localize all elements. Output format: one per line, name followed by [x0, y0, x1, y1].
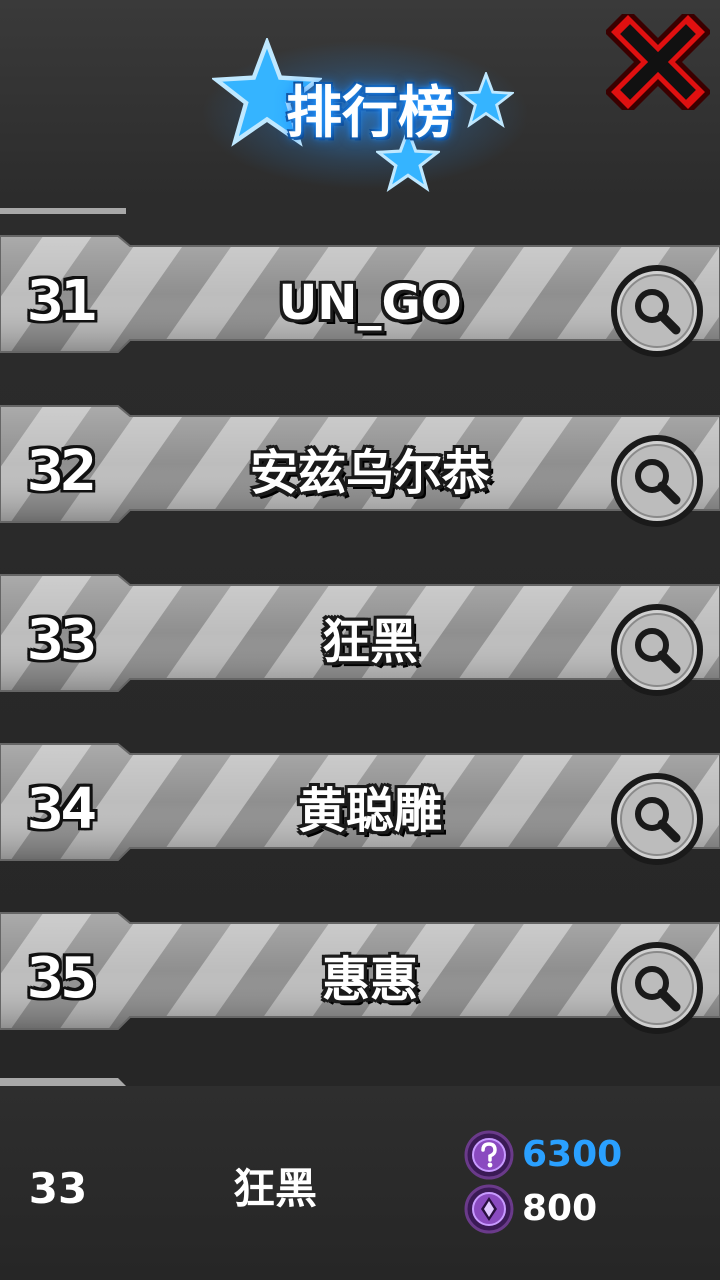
leaderboard-list[interactable]: 31 UN_GO 32 安兹乌尔恭 33 狂黑 34 黄聪雕 35 惠惠 [0, 208, 720, 1088]
list-item[interactable]: 35 惠惠 [0, 885, 720, 1035]
view-player-button[interactable] [610, 264, 704, 358]
player-name: 黄聪雕 [297, 783, 442, 839]
purple-gem-icon [464, 1184, 514, 1234]
magnifier-icon [611, 773, 703, 865]
magnifier-icon [611, 435, 703, 527]
player-name: 安兹乌尔恭 [249, 445, 490, 501]
view-player-button[interactable] [610, 434, 704, 528]
list-item[interactable]: 32 安兹乌尔恭 [0, 378, 720, 528]
close-button[interactable] [603, 7, 713, 117]
purple-medal-icon [464, 1130, 514, 1180]
my-player-name: 狂黑 [232, 1164, 317, 1213]
my-rank-bar: 33 狂黑 6300 800 [0, 1086, 720, 1280]
magnifier-icon [611, 604, 703, 696]
close-x-icon [603, 7, 713, 117]
my-rank-number: 33 [28, 1164, 88, 1213]
score-value: 6300 [522, 1134, 623, 1175]
player-name: 狂黑 [321, 614, 418, 670]
page-title: 排行榜 [286, 81, 454, 146]
magnifier-icon [611, 942, 703, 1034]
list-item[interactable]: 33 狂黑 [0, 547, 720, 697]
rank-number: 31 [26, 267, 98, 334]
list-item[interactable]: 34 黄聪雕 [0, 716, 720, 866]
player-name: 惠惠 [321, 952, 418, 1008]
magnifier-icon [611, 265, 703, 357]
rank-number: 32 [26, 437, 98, 504]
rank-number: 33 [26, 606, 98, 673]
view-player-button[interactable] [610, 603, 704, 697]
list-item[interactable]: 31 UN_GO [0, 208, 720, 358]
score-stat: 6300 [464, 1130, 704, 1180]
leaderboard-screen: 排行榜 31 UN_GO 32 安兹乌尔恭 33 狂黑 34 黄聪雕 35 惠惠… [0, 0, 720, 1280]
secondary-value: 800 [522, 1188, 598, 1229]
view-player-button[interactable] [610, 941, 704, 1035]
rank-number: 34 [26, 775, 98, 842]
secondary-stat: 800 [464, 1184, 704, 1234]
header: 排行榜 [0, 0, 720, 210]
rank-number: 35 [26, 944, 98, 1011]
view-player-button[interactable] [610, 772, 704, 866]
player-name: UN_GO [278, 275, 462, 331]
